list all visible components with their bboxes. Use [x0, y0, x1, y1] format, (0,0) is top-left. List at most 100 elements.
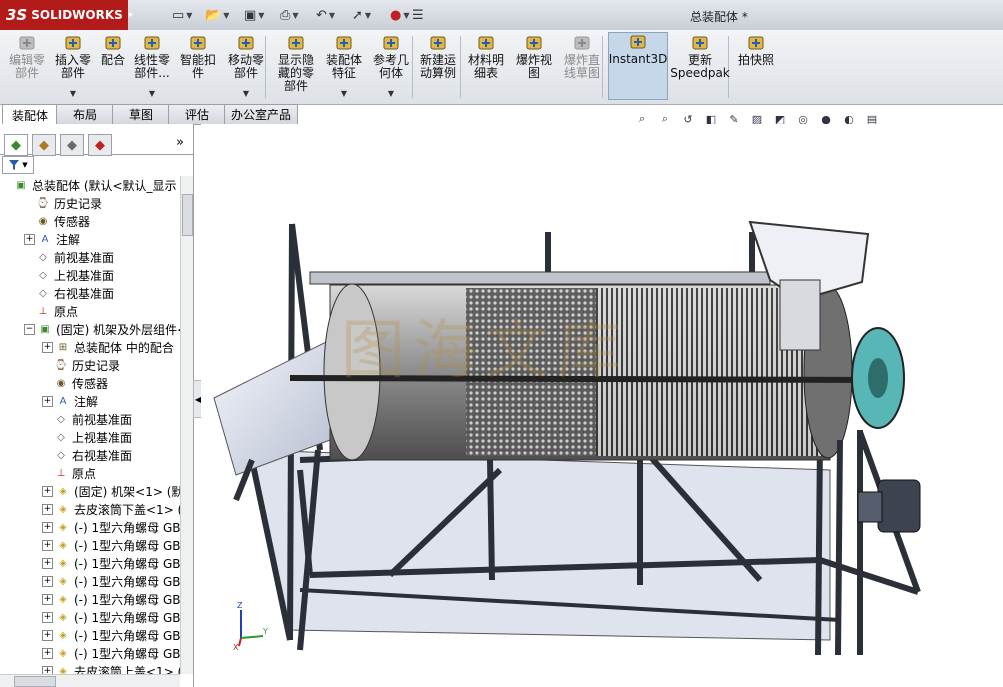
tree-node[interactable]: ◉ 传感器	[42, 374, 108, 392]
tree-horizontal-scrollbar[interactable]	[0, 674, 180, 687]
chevron-down-icon[interactable]: ▼	[149, 87, 155, 100]
chevron-down-icon[interactable]: ▼	[403, 11, 409, 20]
chevron-down-icon[interactable]: ▼	[365, 11, 371, 20]
tree-node[interactable]: ⌚ 历史记录	[42, 356, 120, 374]
panel-more-button[interactable]: »	[176, 135, 184, 150]
expand-icon[interactable]: +	[42, 647, 53, 659]
tree-node[interactable]: + ◈ (-) 1型六角螺母 GB_T	[42, 572, 180, 590]
scroll-thumb[interactable]	[14, 676, 56, 687]
edit-component-button[interactable]: 编辑零 部件	[4, 34, 50, 100]
tree-node[interactable]: ◇ 右视基准面	[42, 446, 132, 464]
tree-node[interactable]: + ◈ 去皮滚筒下盖<1> (默	[42, 500, 180, 518]
chevron-down-icon[interactable]: ▼	[388, 87, 394, 100]
tree-node[interactable]: + ◈ (固定) 机架<1> (默认	[42, 482, 180, 500]
tree-node[interactable]: ⊥ 原点	[24, 302, 78, 320]
expand-icon[interactable]: +	[42, 629, 53, 641]
tree-node[interactable]: ⌚ 历史记录	[24, 194, 102, 212]
expand-icon[interactable]: +	[42, 539, 53, 551]
select-button[interactable]: ➚ ▼	[352, 5, 371, 25]
property-manager-tab[interactable]: ◆	[32, 134, 56, 156]
tab-0[interactable]: 装配体	[2, 104, 58, 125]
expand-icon[interactable]: +	[24, 233, 35, 245]
chevron-down-icon[interactable]: ▼	[186, 11, 192, 20]
chevron-down-icon[interactable]: ▼	[341, 87, 347, 100]
expand-icon[interactable]: +	[42, 485, 53, 497]
motion-study-button[interactable]: 新建运 动算例	[414, 34, 462, 100]
assembly-feature-button[interactable]: 装配体 特征 ▼	[320, 34, 368, 100]
tree-node[interactable]: ◇ 上视基准面	[42, 428, 132, 446]
lower-cover[interactable]	[249, 449, 831, 641]
tree-node[interactable]: ◇ 上视基准面	[24, 266, 114, 284]
chevron-down-icon[interactable]: ▼	[329, 11, 335, 20]
tree-node[interactable]: + ◈ (-) 1型六角螺母 GB_T	[42, 518, 180, 536]
undo-button[interactable]: ↶ ▼	[316, 5, 335, 25]
machine-model[interactable]	[201, 124, 1003, 687]
chevron-down-icon[interactable]: ▼	[258, 11, 264, 20]
tree-node[interactable]: −▣ (固定) 机架及外层组件<1	[24, 320, 180, 338]
show-hidden-button[interactable]: 显示隐 藏的零 部件	[272, 34, 320, 100]
tree-node[interactable]: + ◈ 去皮滚筒上盖<1> (	[42, 662, 180, 674]
feature-manager-tab[interactable]: ◆	[4, 134, 28, 156]
move-component-button[interactable]: 移动零 部件 ▼	[222, 34, 270, 100]
tree-node[interactable]: ⊥ 原点	[42, 464, 96, 482]
tree-node[interactable]: + ◈ (-) 1型六角螺母 GB_T	[42, 608, 180, 626]
tab-3[interactable]: 评估	[168, 104, 226, 125]
expand-icon[interactable]: +	[42, 341, 53, 353]
display-manager-tab[interactable]: ◆	[88, 134, 112, 156]
chevron-down-icon[interactable]: ▼	[243, 87, 249, 100]
expand-icon[interactable]: +	[42, 575, 53, 587]
solidworks-logo[interactable]: 3S SOLIDWORKS ▸	[0, 0, 133, 30]
speedpak-button[interactable]: 更新 Speedpak	[670, 34, 730, 100]
explode-line-button[interactable]: 爆炸直 线草图	[558, 34, 606, 100]
menu-arrow-icon[interactable]: ▸	[129, 10, 134, 20]
smart-fastener-button[interactable]: 智能扣 件	[174, 34, 222, 100]
tab-4[interactable]: 办公室产品	[224, 104, 298, 125]
configuration-manager-tab[interactable]: ◆	[60, 134, 84, 156]
tab-2[interactable]: 草图	[112, 104, 170, 125]
linear-pattern-button[interactable]: 线性零 部件... ▼	[130, 34, 174, 100]
expand-icon[interactable]: +	[42, 611, 53, 623]
rebuild-button[interactable]: ● ▼	[390, 5, 410, 25]
drive-motor[interactable]	[877, 479, 921, 533]
reference-geometry-button[interactable]: 参考几 何体 ▼	[368, 34, 414, 100]
bom-button[interactable]: 材料明 细表	[462, 34, 510, 100]
new-doc-button[interactable]: ▭ ▼	[172, 5, 192, 25]
mate-button[interactable]: 配合	[96, 34, 130, 100]
tree-node[interactable]: + ◈ (-) 1型六角螺母 GB_T	[42, 554, 180, 572]
save-button[interactable]: ▣ ▼	[244, 5, 264, 25]
chevron-down-icon[interactable]: ▼	[70, 87, 76, 100]
expand-icon[interactable]: +	[42, 665, 53, 674]
tree-node[interactable]: + ⊞ 总装配体 中的配合	[42, 338, 174, 356]
expand-icon[interactable]: +	[42, 503, 53, 515]
tab-1[interactable]: 布局	[56, 104, 114, 125]
scroll-thumb[interactable]	[182, 194, 193, 236]
tree-node[interactable]: + ◈ (-) 1型六角螺母 GB_T	[42, 626, 180, 644]
tree-node[interactable]: + A 注解	[24, 230, 80, 248]
tree-node[interactable]: + ◈ (-) 1型六角螺母 GB_T	[42, 644, 180, 662]
chevron-down-icon[interactable]: ▼	[292, 11, 298, 20]
tree-node[interactable]: + A 注解	[42, 392, 98, 410]
tree-vertical-scrollbar[interactable]	[180, 176, 193, 674]
snapshot-button[interactable]: 拍快照	[734, 34, 778, 100]
insert-component-button[interactable]: 插入零 部件 ▼	[50, 34, 96, 100]
instant3d-button[interactable]: Instant3D	[608, 32, 668, 100]
open-button[interactable]: 📂 ▼	[205, 5, 229, 25]
expand-icon[interactable]: +	[42, 521, 53, 533]
expand-icon[interactable]: +	[42, 395, 53, 407]
exploded-view-button[interactable]: 爆炸视 图	[510, 34, 558, 100]
graphics-area[interactable]: 图海文库 Z Y X	[201, 124, 1003, 687]
options-button[interactable]: ☰	[412, 5, 424, 25]
filter-button[interactable]: ▼	[2, 156, 34, 174]
print-button[interactable]: ⎙ ▼	[280, 5, 299, 25]
tree-node[interactable]: + ◈ (-) 1型六角螺母 GB_T	[42, 536, 180, 554]
expand-icon[interactable]: +	[42, 557, 53, 569]
tree-node[interactable]: ▣ 总装配体 (默认<默认_显示	[2, 176, 176, 194]
collapse-icon[interactable]: −	[24, 323, 35, 335]
tree-node[interactable]: ◉ 传感器	[24, 212, 90, 230]
chevron-down-icon[interactable]: ▼	[223, 11, 229, 20]
tree-node[interactable]: ◇ 前视基准面	[24, 248, 114, 266]
tree-node[interactable]: + ◈ (-) 1型六角螺母 GB_T	[42, 590, 180, 608]
tree-node[interactable]: ◇ 右视基准面	[24, 284, 114, 302]
expand-icon[interactable]: +	[42, 593, 53, 605]
tree-node[interactable]: ◇ 前视基准面	[42, 410, 132, 428]
